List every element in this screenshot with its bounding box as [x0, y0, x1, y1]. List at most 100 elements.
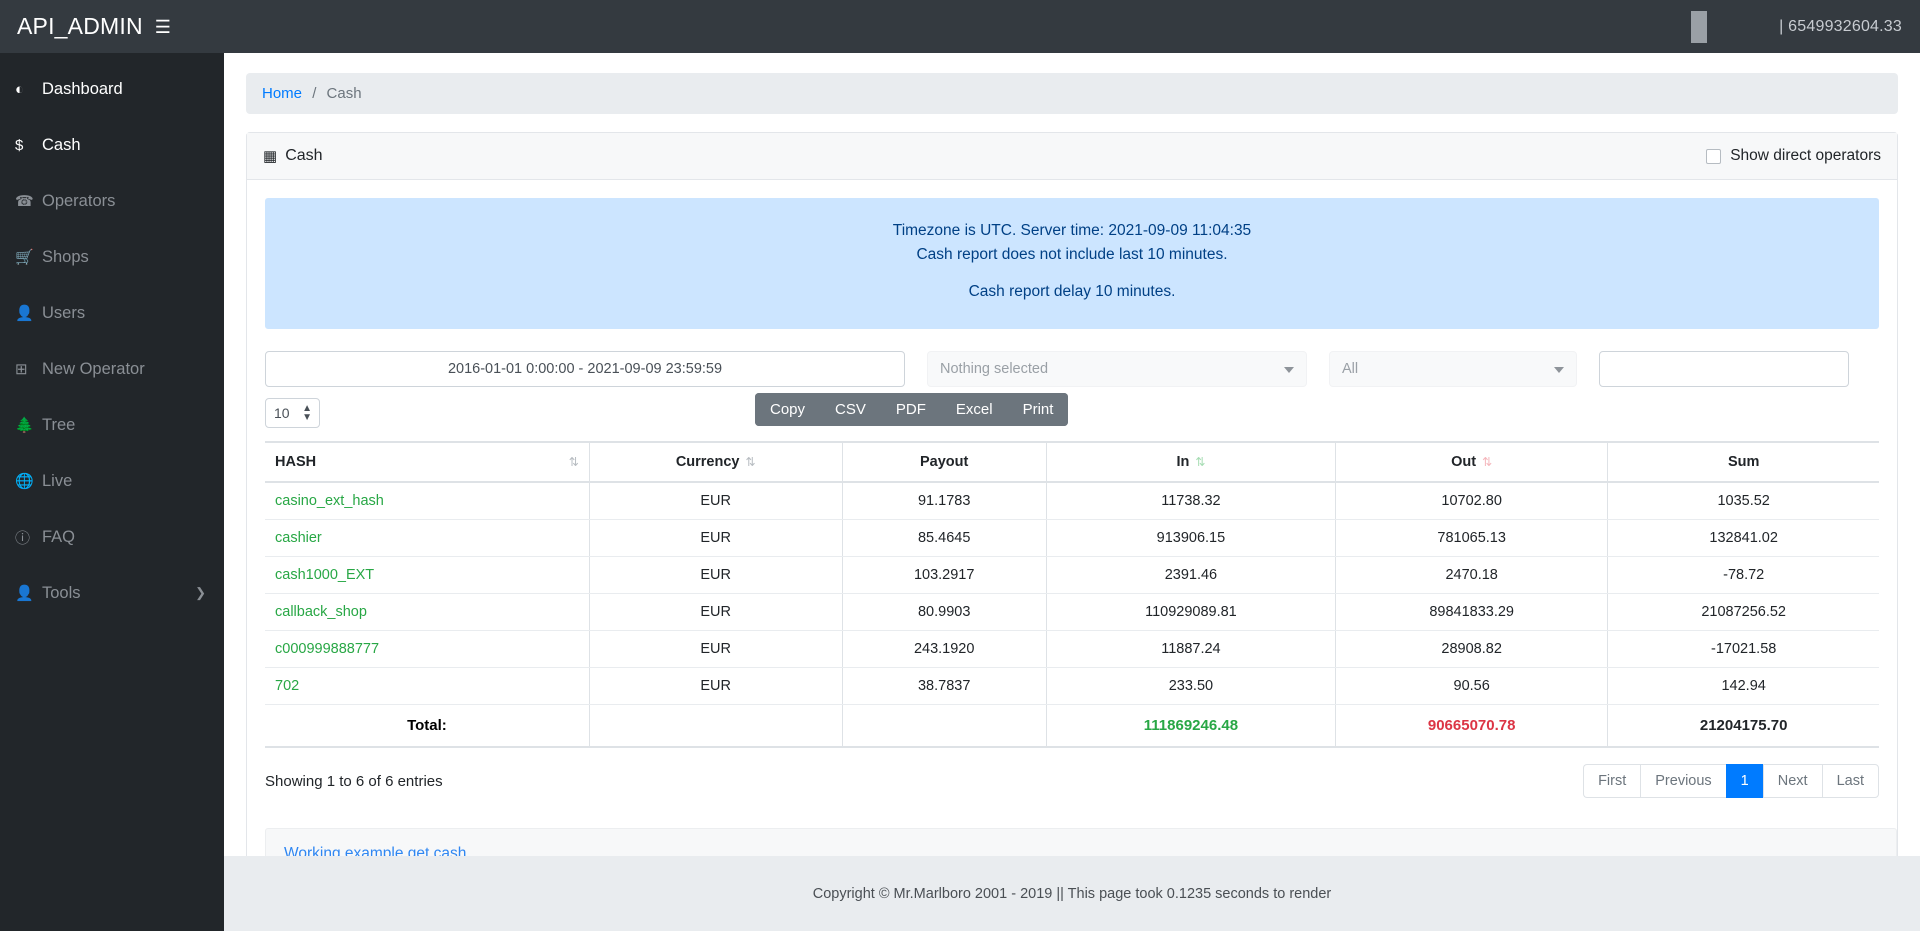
- sort-icon: ⇅: [745, 455, 756, 470]
- sidebar-item-new-operator[interactable]: ⊞ New Operator: [0, 341, 224, 397]
- hash-link[interactable]: callback_shop: [275, 604, 367, 620]
- column-label-sum: Sum: [1727, 454, 1760, 471]
- main-content: Home / Cash ▦ Cash Show direct operators…: [224, 53, 1920, 931]
- total-in: 111869246.48: [1046, 704, 1336, 749]
- page-root: API_ADMIN ☰ | 6549932604.33 ◐ Dashboard …: [0, 0, 1920, 931]
- cash-table: HASH ⇅ Currency ⇅ Payout In ⇅ Out ⇅ Sum …: [265, 441, 1879, 749]
- card-header: ▦ Cash Show direct operators: [247, 133, 1897, 180]
- sidebar-item-operators[interactable]: ☎ Operators: [0, 173, 224, 229]
- breadcrumb-home-link[interactable]: Home: [262, 85, 302, 102]
- chevron-right-icon: ❯: [195, 585, 206, 600]
- cell-hash: cashier: [265, 519, 590, 558]
- sidebar-item-cash[interactable]: $ Cash: [0, 117, 224, 173]
- cell-hash: cash1000_EXT: [265, 556, 590, 595]
- cell-currency: EUR: [589, 630, 843, 669]
- hash-link[interactable]: casino_ext_hash: [275, 493, 384, 509]
- tree-icon: 🌲: [15, 417, 34, 434]
- page-footer: Copyright © Mr.Marlboro 2001 - 2019 || T…: [224, 856, 1920, 931]
- checkbox-box[interactable]: [1706, 148, 1722, 164]
- cell-in: 913906.15: [1046, 519, 1336, 558]
- table-row: cashier EUR 85.4645 913906.15 781065.13 …: [265, 519, 1879, 558]
- total-sum: 21204175.70: [1607, 704, 1879, 749]
- plus-square-icon: ⊞: [15, 361, 28, 378]
- table-controls-row: 10 ▲ ▼ Copy CSV PDF Excel Print: [265, 393, 1879, 429]
- sidebar-item-shops[interactable]: 🛒 Shops: [0, 229, 224, 285]
- cell-in: 2391.46: [1046, 556, 1336, 595]
- type-select-value: All: [1342, 361, 1359, 378]
- page-length-select[interactable]: 10 ▲ ▼: [265, 398, 320, 429]
- pagination-last[interactable]: Last: [1821, 764, 1879, 799]
- alert-spacer: [276, 267, 1868, 280]
- pagination-page-1[interactable]: 1: [1725, 764, 1763, 799]
- balance-amount: | 6549932604.33: [1779, 17, 1902, 35]
- sidebar-item-label: Users: [42, 303, 86, 322]
- sidebar-item-tools[interactable]: 👤 Tools ❯: [0, 565, 224, 621]
- export-print-button[interactable]: Print: [1007, 393, 1069, 427]
- cell-out: 781065.13: [1335, 519, 1609, 558]
- cell-in: 110929089.81: [1046, 593, 1336, 632]
- sidebar-item-live[interactable]: 🌐 Live: [0, 453, 224, 509]
- sidebar-item-faq[interactable]: ⓘ FAQ: [0, 509, 224, 565]
- sidebar-item-label: Cash: [42, 135, 81, 154]
- sidebar-item-dashboard[interactable]: ◐ Dashboard: [0, 61, 224, 117]
- cell-currency: EUR: [589, 482, 843, 521]
- export-excel-button[interactable]: Excel: [940, 393, 1008, 427]
- export-copy-button[interactable]: Copy: [755, 393, 821, 427]
- table-footer-row: Showing 1 to 6 of 6 entries First Previo…: [265, 764, 1879, 799]
- cell-out: 28908.82: [1335, 630, 1609, 669]
- card-title: ▦ Cash: [263, 147, 323, 165]
- total-out: 90665070.78: [1335, 704, 1609, 749]
- cell-hash: callback_shop: [265, 593, 590, 632]
- cell-payout: 243.1920: [842, 630, 1047, 669]
- table-row: c000999888777 EUR 243.1920 11887.24 2890…: [265, 630, 1879, 669]
- table-header-row: HASH ⇅ Currency ⇅ Payout In ⇅ Out ⇅ Sum: [265, 441, 1879, 484]
- sidebar-item-label: Tools: [42, 583, 81, 602]
- cell-in: 233.50: [1046, 667, 1336, 706]
- column-header-payout[interactable]: Payout: [842, 441, 1047, 484]
- column-label-payout: Payout: [920, 454, 969, 471]
- hash-link[interactable]: cashier: [275, 530, 322, 546]
- table-body: casino_ext_hash EUR 91.1783 11738.32 107…: [265, 482, 1879, 706]
- footer-text: Copyright © Mr.Marlboro 2001 - 2019 || T…: [812, 885, 1332, 902]
- cell-currency: EUR: [589, 556, 843, 595]
- operator-select-value: Nothing selected: [940, 361, 1049, 378]
- show-direct-operators-toggle[interactable]: Show direct operators: [1706, 147, 1881, 165]
- hamburger-icon[interactable]: ☰: [155, 18, 171, 36]
- sidebar-item-label: Live: [42, 471, 73, 490]
- hash-link[interactable]: cash1000_EXT: [275, 567, 374, 583]
- alert-line-1: Timezone is UTC. Server time: 2021-09-09…: [892, 222, 1252, 239]
- cash-card: ▦ Cash Show direct operators Timezone is…: [246, 132, 1898, 898]
- column-header-currency[interactable]: Currency ⇅: [589, 441, 843, 484]
- sidebar-item-label: Operators: [42, 191, 116, 210]
- entries-info: Showing 1 to 6 of 6 entries: [265, 772, 443, 790]
- column-header-in[interactable]: In ⇅: [1046, 441, 1336, 484]
- pagination-next[interactable]: Next: [1762, 764, 1822, 799]
- brand[interactable]: API_ADMIN ☰: [17, 13, 171, 40]
- operator-select[interactable]: Nothing selected: [927, 351, 1307, 388]
- pagination-first[interactable]: First: [1583, 764, 1641, 799]
- sidebar-item-users[interactable]: 👤 Users: [0, 285, 224, 341]
- date-range-input[interactable]: 2016-01-01 0:00:00 - 2021-09-09 23:59:59: [265, 351, 905, 388]
- total-currency-blank: [589, 704, 843, 749]
- sidebar-item-tree[interactable]: 🌲 Tree: [0, 397, 224, 453]
- search-input[interactable]: [1599, 351, 1849, 388]
- alert-line-2: Cash report does not include last 10 min…: [916, 246, 1228, 264]
- sidebar-item-label: FAQ: [42, 527, 76, 546]
- sidebar: ◐ Dashboard $ Cash ☎ Operators 🛒 Shops 👤…: [0, 53, 224, 931]
- info-alert: Timezone is UTC. Server time: 2021-09-09…: [265, 198, 1879, 330]
- hash-link[interactable]: 702: [275, 678, 299, 694]
- column-header-out[interactable]: Out ⇅: [1335, 441, 1609, 484]
- alert-line-3: Cash report delay 10 minutes.: [968, 283, 1176, 301]
- hash-link[interactable]: c000999888777: [275, 641, 379, 657]
- cell-sum: -78.72: [1607, 556, 1879, 595]
- pagination-previous[interactable]: Previous: [1640, 764, 1726, 799]
- headset-icon: ☎: [15, 193, 34, 210]
- type-select[interactable]: All: [1329, 351, 1577, 388]
- cell-in: 11738.32: [1046, 482, 1336, 521]
- column-header-sum[interactable]: Sum: [1607, 441, 1879, 484]
- column-header-hash[interactable]: HASH ⇅: [265, 441, 590, 484]
- export-pdf-button[interactable]: PDF: [880, 393, 941, 427]
- export-csv-button[interactable]: CSV: [820, 393, 881, 427]
- breadcrumb-separator: /: [312, 85, 317, 102]
- sort-icon: ⇅: [1482, 455, 1493, 470]
